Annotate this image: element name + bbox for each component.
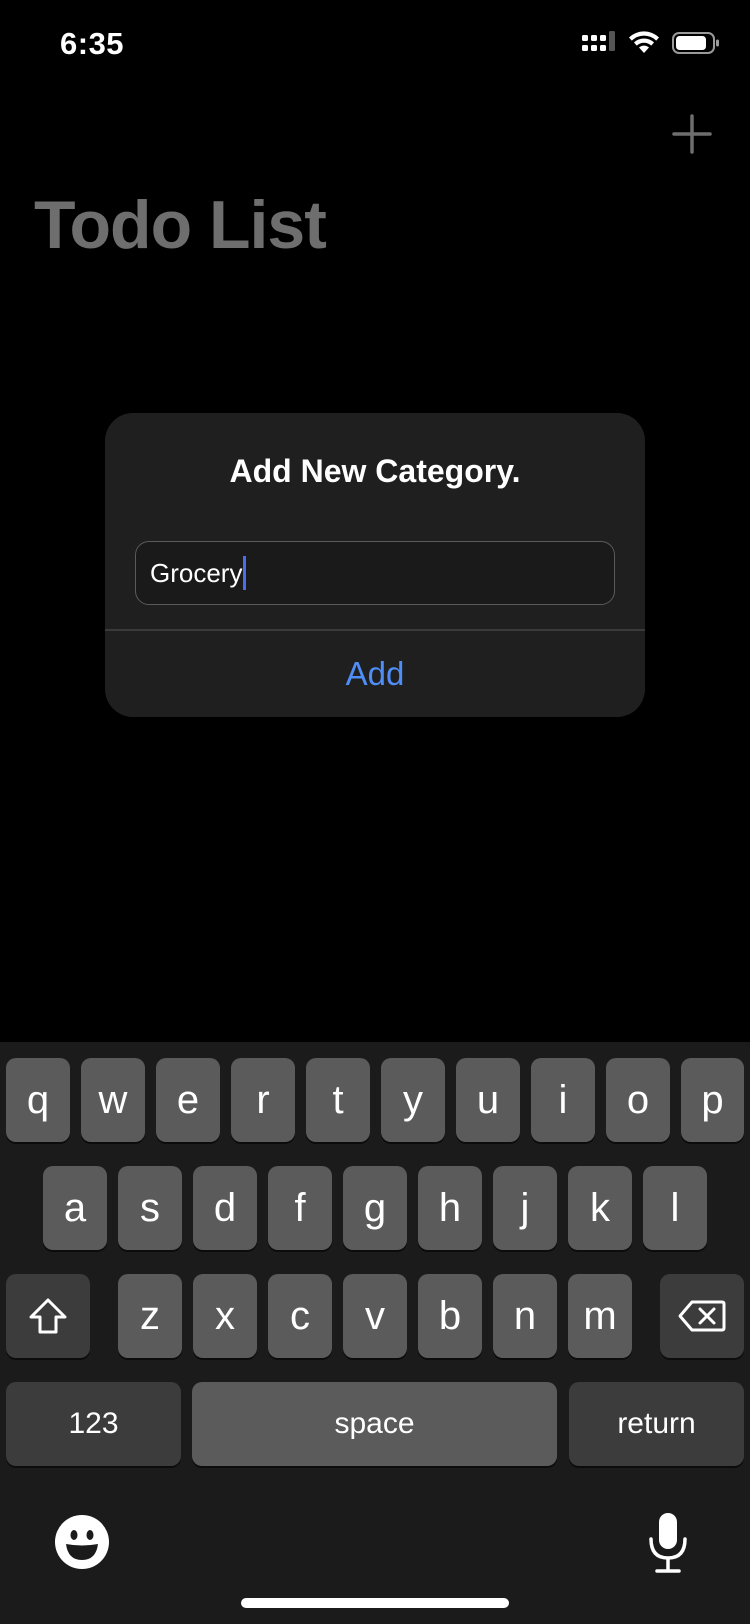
backspace-icon — [678, 1300, 726, 1332]
battery-icon — [672, 31, 720, 60]
dictation-button[interactable] — [640, 1508, 696, 1578]
key-t[interactable]: t — [306, 1058, 370, 1142]
key-e[interactable]: e — [156, 1058, 220, 1142]
status-icons — [582, 30, 720, 60]
emoji-icon — [55, 1515, 109, 1569]
status-time: 6:35 — [60, 26, 125, 61]
text-caret — [243, 556, 247, 590]
key-l[interactable]: l — [643, 1166, 707, 1250]
key-w[interactable]: w — [81, 1058, 145, 1142]
signal-icon — [582, 30, 616, 60]
key-a[interactable]: a — [43, 1166, 107, 1250]
key-h[interactable]: h — [418, 1166, 482, 1250]
alert-add-button[interactable]: Add — [105, 631, 645, 717]
plus-icon — [672, 114, 712, 154]
page-title: Todo List — [34, 187, 327, 263]
space-key[interactable]: space — [192, 1382, 557, 1466]
key-j[interactable]: j — [493, 1166, 557, 1250]
alert-title: Add New Category. — [229, 453, 521, 489]
add-category-alert: Add New Category. Grocery Add — [105, 413, 645, 717]
key-y[interactable]: y — [381, 1058, 445, 1142]
screen: 6:35 Todo List Add New Category. Grocery… — [0, 0, 750, 1624]
emoji-button[interactable] — [52, 1512, 112, 1572]
key-g[interactable]: g — [343, 1166, 407, 1250]
key-i[interactable]: i — [531, 1058, 595, 1142]
numbers-key[interactable]: 123 — [6, 1382, 181, 1466]
return-key[interactable]: return — [569, 1382, 744, 1466]
shift-icon — [29, 1298, 67, 1334]
status-bar: 6:35 — [0, 0, 750, 92]
wifi-icon — [628, 30, 660, 60]
key-k[interactable]: k — [568, 1166, 632, 1250]
key-m[interactable]: m — [568, 1274, 632, 1358]
shift-key[interactable] — [6, 1274, 90, 1358]
key-o[interactable]: o — [606, 1058, 670, 1142]
key-z[interactable]: z — [118, 1274, 182, 1358]
key-s[interactable]: s — [118, 1166, 182, 1250]
home-indicator[interactable] — [241, 1598, 509, 1608]
key-d[interactable]: d — [193, 1166, 257, 1250]
key-b[interactable]: b — [418, 1274, 482, 1358]
key-x[interactable]: x — [193, 1274, 257, 1358]
microphone-icon — [649, 1513, 687, 1573]
backspace-key[interactable] — [660, 1274, 744, 1358]
key-n[interactable]: n — [493, 1274, 557, 1358]
category-name-value: Grocery — [150, 557, 243, 588]
key-f[interactable]: f — [268, 1166, 332, 1250]
key-c[interactable]: c — [268, 1274, 332, 1358]
key-v[interactable]: v — [343, 1274, 407, 1358]
add-category-button[interactable] — [668, 110, 716, 158]
key-r[interactable]: r — [231, 1058, 295, 1142]
key-u[interactable]: u — [456, 1058, 520, 1142]
category-name-input[interactable]: Grocery — [135, 541, 615, 605]
key-q[interactable]: q — [6, 1058, 70, 1142]
key-p[interactable]: p — [681, 1058, 744, 1142]
